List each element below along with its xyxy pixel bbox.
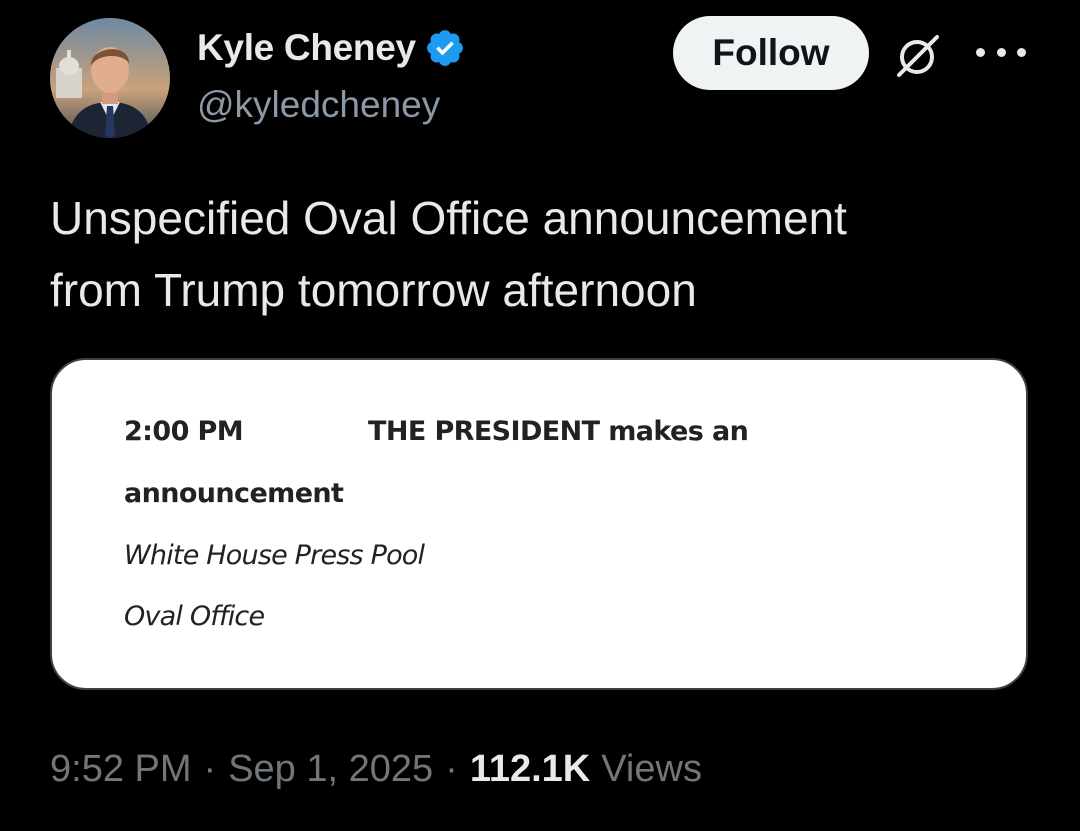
tweet-date[interactable]: Sep 1, 2025 [228, 748, 433, 791]
meta-separator: · [445, 748, 458, 790]
more-dot-3 [1017, 47, 1026, 57]
schedule-title-line-1: THE PRESIDENT makes an [368, 416, 749, 447]
follow-button[interactable]: Follow [673, 16, 869, 90]
tweet-text-line-2: from Trump tomorrow afternoon [50, 264, 697, 316]
tweet-text: Unspecified Oval Office announcement fro… [50, 182, 1030, 326]
more-options-icon[interactable] [976, 40, 1026, 64]
tweet-meta: 9:52 PM · Sep 1, 2025 · 112.1K Views [50, 748, 702, 791]
author-name-row[interactable]: Kyle Cheney [197, 24, 466, 72]
grok-icon[interactable] [890, 28, 944, 82]
avatar[interactable] [50, 18, 170, 138]
schedule-title-line-2: announcement [124, 478, 344, 509]
views-label[interactable]: Views [601, 748, 702, 791]
more-dot-1 [976, 47, 985, 57]
author-handle[interactable]: @kyledcheney [197, 84, 440, 126]
schedule-coverage: White House Press Pool [124, 540, 425, 571]
schedule-location: Oval Office [124, 601, 265, 632]
meta-separator: · [203, 748, 217, 790]
more-dot-2 [996, 47, 1006, 57]
tweet-media-image[interactable]: 2:00 PM THE PRESIDENT makes an announcem… [50, 358, 1028, 690]
verified-badge-icon[interactable] [424, 27, 466, 69]
tweet-text-line-1: Unspecified Oval Office announcement [50, 192, 847, 244]
author-display-name[interactable]: Kyle Cheney [197, 27, 416, 69]
schedule-time: 2:00 PM [124, 416, 244, 447]
tweet-time[interactable]: 9:52 PM [50, 748, 192, 791]
views-count[interactable]: 112.1K [470, 748, 590, 791]
